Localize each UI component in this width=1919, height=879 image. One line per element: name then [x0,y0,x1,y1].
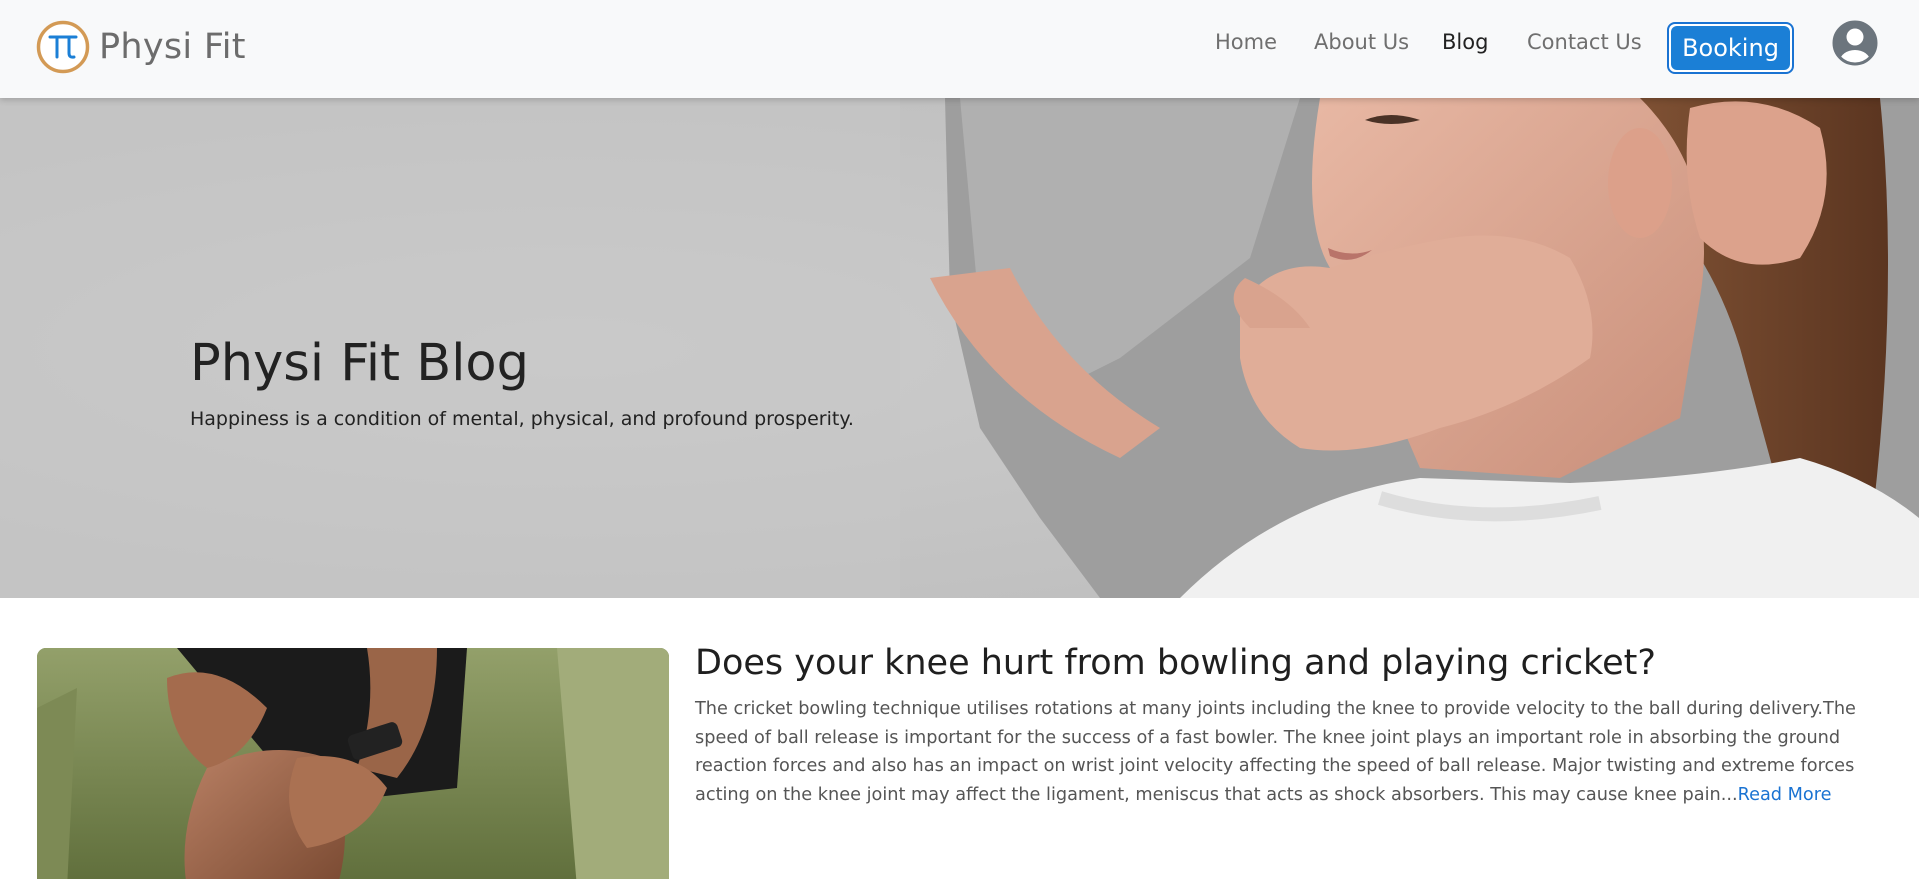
brand-link[interactable]: Physi Fit [36,20,246,74]
nav-home[interactable]: Home [1215,30,1277,54]
nav-about-us[interactable]: About Us [1314,30,1409,54]
user-circle-icon[interactable] [1832,20,1878,66]
nav-contact-us[interactable]: Contact Us [1527,30,1642,54]
booking-button[interactable]: Booking [1667,22,1794,74]
read-more-link[interactable]: Read More [1738,785,1832,805]
pi-icon [36,20,90,74]
post-excerpt: The cricket bowling technique utilises r… [695,695,1885,809]
post-title[interactable]: Does your knee hurt from bowling and pla… [695,643,1656,683]
nav-blog[interactable]: Blog [1442,30,1488,54]
hero-subtitle: Happiness is a condition of mental, phys… [190,408,854,430]
brand-name: Physi Fit [99,27,246,67]
knee-photo [37,648,669,879]
post-image[interactable] [37,648,669,879]
post-excerpt-text: The cricket bowling technique utilises r… [695,699,1856,805]
hero-title: Physi Fit Blog [190,334,529,393]
hero-banner: Physi Fit Blog Happiness is a condition … [0,98,1919,598]
booking-button-label: Booking [1671,26,1790,70]
navbar: Physi Fit Home About Us Blog Contact Us … [0,0,1919,98]
